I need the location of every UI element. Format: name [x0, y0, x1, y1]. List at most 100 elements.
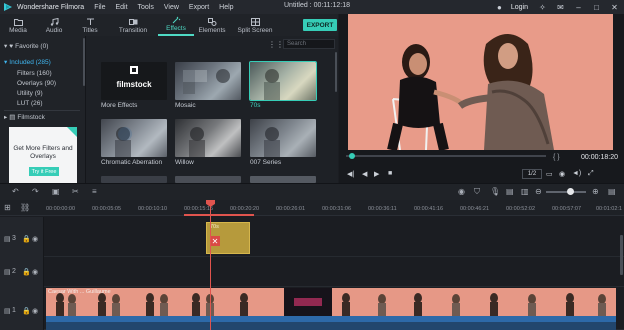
menu-export[interactable]: Export — [189, 4, 209, 11]
tab-split-screen-label: Split Screen — [237, 27, 273, 34]
tab-titles[interactable]: Titles — [72, 14, 108, 36]
video-clip[interactable] — [46, 288, 616, 316]
preview-progress-handle[interactable] — [349, 153, 355, 159]
effect-thumb-row3-a[interactable] — [101, 176, 167, 183]
render-icon[interactable]: ◉ — [458, 187, 465, 196]
menu-tools[interactable]: Tools — [138, 4, 154, 11]
inbox-icon[interactable]: ✉ — [555, 2, 566, 13]
timeline-scrollbar[interactable] — [620, 235, 623, 275]
track-number: 1 — [12, 307, 16, 314]
menu-edit[interactable]: Edit — [115, 4, 127, 11]
fullscreen-icon[interactable]: ⤢ — [588, 170, 594, 178]
svg-text:filmstock: filmstock — [116, 80, 152, 89]
playhead-line[interactable] — [210, 200, 211, 330]
ruler-label: 00:00:15:15 — [184, 206, 214, 212]
maximize-icon[interactable]: □ — [591, 2, 602, 13]
lightbulb-icon[interactable]: ✧ — [537, 2, 548, 13]
tab-effects[interactable]: Effects — [158, 14, 194, 36]
tab-media[interactable]: Media — [0, 14, 36, 36]
cut-icon[interactable]: ✂ — [72, 187, 79, 196]
marker-icon[interactable]: ⛉ — [474, 187, 480, 197]
audio-waveform-lower[interactable] — [46, 322, 616, 330]
media-tabs: Media Audio Titles Transition Effects El… — [0, 14, 338, 36]
effect-thumb-70s[interactable] — [249, 61, 317, 101]
try-free-button[interactable]: Try it Free — [29, 167, 59, 176]
ruler-label: 00:00:41:16 — [414, 206, 444, 212]
close-icon[interactable]: ✕ — [609, 2, 620, 13]
track-2 — [0, 257, 624, 287]
login-link[interactable]: Login — [511, 4, 528, 11]
effects-scrollbar[interactable] — [335, 52, 337, 92]
link-icon[interactable]: ⛓ — [20, 203, 30, 212]
effect-clip-70s[interactable]: 70s ✕ — [206, 222, 250, 254]
effect-thumb-more-effects[interactable]: filmstock — [101, 62, 167, 100]
playback-ratio-select[interactable]: 1/2 — [522, 169, 542, 179]
category-filmstock[interactable]: ▸ ▤ Filmstock — [0, 112, 84, 122]
menu-file[interactable]: File — [94, 4, 105, 11]
play-back-icon[interactable]: ◀ — [362, 170, 367, 178]
lock-icon[interactable]: 🔒 — [22, 235, 31, 243]
tab-effects-label: Effects — [166, 25, 186, 32]
delete-clip-icon[interactable]: ✕ — [210, 236, 220, 246]
voiceover-icon[interactable]: ▤ — [506, 187, 514, 196]
effect-thumb-chromatic-aberration[interactable] — [101, 119, 167, 157]
track-type-icon: ▤ — [4, 269, 11, 276]
play-icon[interactable]: ▶ — [374, 170, 379, 178]
zoom-slider-handle[interactable] — [567, 188, 574, 195]
category-favorite[interactable]: ▾ ♥ Favorite (0) — [0, 41, 84, 51]
audio-settings-icon[interactable]: ≡ — [92, 187, 97, 196]
preview-progress-track[interactable] — [346, 155, 546, 157]
menu-view[interactable]: View — [164, 4, 179, 11]
user-icon[interactable]: ● — [494, 2, 505, 13]
chevron-right-icon: ▸ — [4, 114, 8, 121]
category-included[interactable]: ▾ Included (285) — [0, 57, 84, 67]
text-icon — [86, 18, 94, 25]
camera-icon[interactable]: ◉ — [559, 170, 565, 178]
eye-icon[interactable]: ◉ — [32, 307, 38, 315]
undo-icon[interactable]: ↶ — [12, 187, 19, 196]
stop-icon[interactable]: ■ — [388, 170, 392, 177]
minimize-icon[interactable]: – — [573, 2, 584, 13]
category-filters[interactable]: Filters (160) — [0, 68, 84, 78]
delete-icon[interactable]: ▣ — [52, 187, 60, 196]
search-input[interactable]: Search — [283, 39, 335, 49]
export-button[interactable]: EXPORT — [303, 19, 337, 31]
tab-audio[interactable]: Audio — [36, 14, 72, 36]
fit-timeline-icon[interactable]: ▤ — [608, 187, 616, 196]
filmstock-promo[interactable]: Get More Filters and Overlays Try it Fre… — [9, 127, 77, 183]
ruler-label: 00:00:00:00 — [46, 206, 76, 212]
category-lut-label: LUT (26) — [17, 99, 43, 107]
monitor-icon[interactable]: ▭ — [546, 170, 553, 178]
eye-icon[interactable]: ◉ — [32, 235, 38, 243]
category-utility[interactable]: Utility (9) — [0, 88, 84, 98]
menu-help[interactable]: Help — [219, 4, 233, 11]
ruler-label: 00:00:26:01 — [276, 206, 306, 212]
snapshot-icon[interactable]: ▥ — [521, 187, 529, 196]
zoom-out-icon[interactable]: ⊖ — [535, 187, 542, 196]
step-back-icon[interactable]: ◀| — [347, 170, 354, 178]
effect-thumb-007-series[interactable] — [250, 119, 316, 157]
add-track-icon[interactable]: ⊞ — [4, 203, 11, 212]
zoom-in-icon[interactable]: ⊕ — [592, 187, 599, 196]
eye-icon[interactable]: ◉ — [32, 268, 38, 276]
effect-thumb-willow[interactable] — [175, 119, 241, 157]
lock-icon[interactable]: 🔒 — [22, 268, 31, 276]
zoom-slider-track[interactable] — [546, 191, 586, 193]
effect-thumb-row3-c[interactable] — [250, 176, 316, 183]
category-lut[interactable]: LUT (26) — [0, 98, 84, 108]
tab-split-screen[interactable]: Split Screen — [230, 14, 280, 36]
effect-thumb-row3-b[interactable] — [175, 176, 241, 183]
grid-view-icon[interactable]: ⋮⋮ — [268, 40, 284, 49]
tab-elements[interactable]: Elements — [194, 14, 230, 36]
transition-icon — [128, 19, 137, 25]
lock-icon[interactable]: 🔒 — [22, 307, 31, 315]
volume-icon[interactable]: ◄) — [572, 170, 581, 177]
effect-thumb-mosaic[interactable] — [175, 62, 241, 100]
category-overlays[interactable]: Overlays (90) — [0, 78, 84, 88]
category-scrollbar[interactable] — [83, 38, 85, 86]
mark-in-out-brackets[interactable]: { } — [553, 154, 560, 161]
redo-icon[interactable]: ↷ — [32, 187, 39, 196]
tab-transition[interactable]: Transition — [108, 14, 158, 36]
microphone-icon[interactable]: 🎙 — [490, 187, 500, 196]
video-frame-image — [348, 14, 613, 150]
